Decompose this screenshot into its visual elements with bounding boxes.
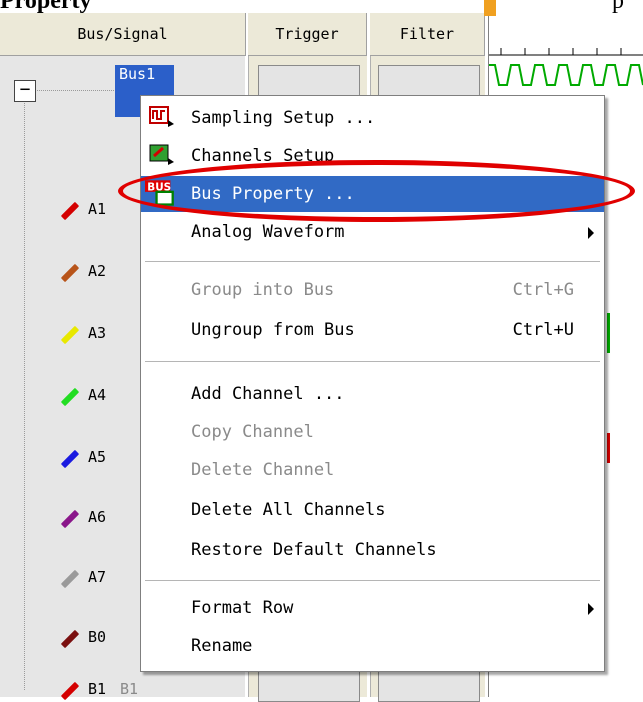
submenu-arrow-icon [588,603,594,615]
trigger-dropdown-b1[interactable] [258,670,360,702]
menu-item-label: Format Row [191,598,294,618]
channels-icon [149,144,174,165]
column-header-filter[interactable]: Filter [370,13,485,56]
cursor-marker[interactable] [484,0,496,16]
channel-label: A1 [88,200,107,218]
menu-separator [145,361,600,363]
menu-item-label: Restore Default Channels [191,540,437,560]
submenu-arrow-icon [588,227,594,239]
collapse-toggle[interactable]: − [14,80,36,102]
trigger-dropdown[interactable] [258,65,360,97]
menu-item-label: Analog Waveform [191,222,345,242]
menu-item-ungroup-from-bus[interactable]: Ungroup from Bus Ctrl+U [141,312,604,348]
menu-item-label: Copy Channel [191,422,314,442]
sampling-icon [149,106,174,127]
channel-label: A6 [88,508,107,526]
menu-item-label: Ungroup from Bus [191,320,355,340]
menu-item-label: Delete All Channels [191,500,386,520]
menu-separator [145,261,600,263]
menu-item-format-row[interactable]: Format Row [141,590,604,626]
tree-trunk [24,100,25,690]
menu-shortcut: Ctrl+U [512,320,574,340]
channel-label: A3 [88,324,107,342]
menu-item-restore-default-channels[interactable]: Restore Default Channels [141,532,604,568]
menu-item-label: Sampling Setup ... [191,108,376,128]
menu-item-label: Rename [191,636,253,656]
column-header-trigger[interactable]: Trigger [248,13,367,56]
channel-alias: B1 [120,680,139,698]
column-header-bus-signal[interactable]: Bus/Signal [0,13,246,56]
filter-dropdown-b1[interactable] [378,670,480,702]
channel-label: A7 [88,568,107,586]
channel-label: B0 [88,628,107,646]
menu-item-delete-all-channels[interactable]: Delete All Channels [141,492,604,528]
menu-item-label: Delete Channel [191,460,335,480]
menu-separator [145,580,600,582]
channel-label: A5 [88,448,107,466]
menu-item-copy-channel[interactable]: Copy Channel [141,414,604,450]
menu-item-add-channel[interactable]: Add Channel ... [141,376,604,412]
menu-item-delete-channel[interactable]: Delete Channel [141,452,604,488]
channel-label: A4 [88,386,107,404]
menu-item-group-into-bus[interactable]: Group into Bus Ctrl+G [141,272,604,308]
menu-item-rename[interactable]: Rename [141,628,604,664]
annotation-ellipse [118,160,635,222]
menu-item-label: Group into Bus [191,280,335,300]
tree-connector [34,90,114,91]
menu-item-label: Add Channel ... [191,384,345,404]
channel-label: A2 [88,262,107,280]
menu-item-sampling-setup[interactable]: Sampling Setup ... [141,100,604,136]
channel-label: B1 [88,680,107,698]
filter-dropdown[interactable] [378,65,480,97]
menu-shortcut: Ctrl+G [512,280,574,300]
